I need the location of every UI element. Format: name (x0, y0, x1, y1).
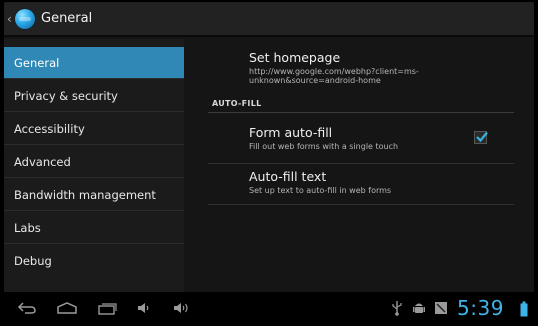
sidebar-item-label: General (14, 56, 60, 70)
sidebar-item-label: Bandwidth management (14, 188, 156, 202)
settings-detail-pane: Set homepage http://www.google.com/webhp… (188, 39, 534, 292)
sidebar-item-privacy-security[interactable]: Privacy & security (4, 80, 184, 112)
pref-summary: http://www.google.com/webhp?client=ms-un… (249, 67, 419, 85)
form-autofill-checkbox[interactable] (474, 131, 488, 144)
sidebar-item-label: Advanced (14, 155, 71, 169)
sidebar-item-debug[interactable]: Debug (4, 245, 184, 277)
sidebar-item-bandwidth-management[interactable]: Bandwidth management (4, 179, 184, 211)
category-divider (208, 112, 514, 113)
set-homepage-preference[interactable]: Set homepage http://www.google.com/webhp… (188, 39, 534, 94)
action-bar: ‹ General (4, 2, 534, 37)
sidebar-item-labs[interactable]: Labs (4, 212, 184, 244)
sidebar-item-accessibility[interactable]: Accessibility (4, 113, 184, 145)
recent-apps-icon[interactable] (96, 300, 118, 316)
category-header-autofill: AUTO-FILL (212, 99, 262, 108)
volume-up-icon[interactable] (172, 300, 192, 316)
sidebar-item-label: Debug (14, 254, 52, 268)
form-autofill-preference[interactable]: Form auto-fill Fill out web forms with a… (188, 115, 534, 163)
pref-title: Set homepage (249, 50, 341, 65)
pref-summary: Set up text to auto-fill in web forms (249, 186, 392, 195)
sidebar-item-general[interactable]: General (4, 47, 184, 79)
pref-summary: Fill out web forms with a single touch (249, 142, 399, 151)
home-icon[interactable] (56, 300, 78, 316)
volume-down-icon[interactable] (136, 300, 152, 316)
pref-title: Auto-fill text (249, 169, 327, 184)
notification-icon[interactable] (434, 300, 448, 316)
battery-icon (520, 301, 528, 317)
sidebar-item-advanced[interactable]: Advanced (4, 146, 184, 178)
up-caret-icon[interactable]: ‹ (7, 12, 15, 26)
screen: ‹ General General Privacy & security Acc… (4, 2, 534, 324)
usb-icon (392, 301, 402, 316)
settings-sidebar: General Privacy & security Accessibility… (4, 39, 184, 292)
browser-app-icon[interactable] (15, 9, 35, 29)
sidebar-item-label: Accessibility (14, 122, 85, 136)
clock[interactable]: 5:39 (457, 296, 504, 320)
sidebar-item-label: Labs (14, 221, 41, 235)
page-title: General (41, 11, 93, 26)
list-divider (208, 204, 514, 205)
checkmark-icon (476, 131, 488, 143)
android-debug-icon (413, 303, 425, 313)
back-icon[interactable] (16, 300, 38, 316)
device-frame: ‹ General General Privacy & security Acc… (0, 0, 538, 326)
sidebar-item-label: Privacy & security (14, 89, 118, 103)
pref-title: Form auto-fill (249, 125, 333, 140)
system-nav-bar: 5:39 (4, 292, 534, 324)
autofill-text-preference[interactable]: Auto-fill text Set up text to auto-fill … (188, 164, 534, 204)
